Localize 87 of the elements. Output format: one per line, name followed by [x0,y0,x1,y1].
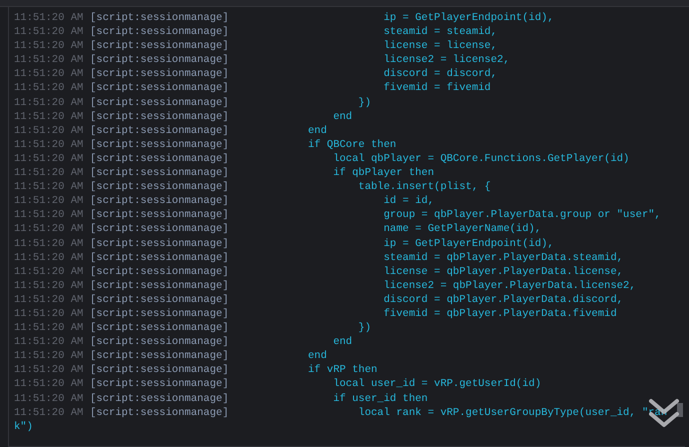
log-source: [script:sessionmanage] [90,110,230,124]
log-message: }) [357,96,372,110]
log-source: [script:sessionmanage] [90,138,230,152]
log-source: [script:sessionmanage] [90,321,230,336]
log-timestamp: 11:51:20 AM [14,363,84,378]
log-timestamp: 11:51:20 AM [14,25,84,40]
log-message: license2 = qbPlayer.PlayerData.license2, [382,278,636,293]
log-source: [script:sessionmanage] [90,208,230,222]
log-message: end [308,124,327,138]
log-message: license = qbPlayer.PlayerData.license, [382,264,624,279]
log-source: [script:sessionmanage] [90,39,230,54]
log-source: [script:sessionmanage] [90,335,230,350]
log-timestamp: 11:51:20 AM [14,53,84,68]
log-message: if QBCore then [308,138,396,152]
log-message: discord = discord, [382,67,498,82]
log-message: local qbPlayer = QBCore.Functions.GetPlayer(id) [332,152,630,166]
log-timestamp: 11:51:20 AM [14,81,84,96]
log-timestamp: 11:51:20 AM [14,138,84,152]
log-source: [script:sessionmanage] [90,406,230,420]
log-message: table.insert(plist, { [357,180,491,194]
log-source: [script:sessionmanage] [90,96,230,110]
log-message: license2 = license2, [382,53,510,68]
log-source: [script:sessionmanage] [90,236,230,251]
log-timestamp: 11:51:20 AM [14,292,84,307]
log-source: [script:sessionmanage] [90,166,230,180]
log-source: [script:sessionmanage] [90,264,230,279]
log-message: if qbPlayer then [332,166,434,180]
log-timestamp: 11:51:20 AM [14,264,84,279]
log-message: local user_id = vRP.getUserId(id) [332,377,542,392]
log-timestamp: 11:51:20 AM [14,306,84,322]
log-message: steamid = qbPlayer.PlayerData.steamid, [382,250,624,265]
log-source: [script:sessionmanage] [90,67,230,82]
log-message: end [308,349,327,364]
log-message: license = license, [382,39,498,54]
log-message: end [332,335,352,350]
log-message: group = qbPlayer.PlayerData.group or "user", [382,208,661,222]
log-source: [script:sessionmanage] [90,124,230,138]
log-timestamp: 11:51:20 AM [14,349,84,364]
log-timestamp: 11:51:20 AM [14,222,84,236]
log-message: }) [357,321,372,336]
log-message: id = id, [382,194,434,208]
log-timestamp: 11:51:20 AM [14,406,84,420]
log-source: [script:sessionmanage] [90,81,230,96]
log-source: [script:sessionmanage] [90,180,230,194]
log-source: [script:sessionmanage] [90,278,230,293]
log-message: steamid = steamid, [382,25,498,40]
log-message: end [332,110,352,124]
log-message: k") [14,420,33,433]
log-message: ip = GetPlayerEndpoint(id), [382,11,554,26]
log-timestamp: 11:51:20 AM [14,392,84,406]
log-timestamp: 11:51:20 AM [14,194,84,208]
log-source: [script:sessionmanage] [90,377,230,392]
log-timestamp: 11:51:20 AM [14,96,84,110]
log-timestamp: 11:51:20 AM [14,321,84,336]
log-timestamp: 11:51:20 AM [14,11,84,26]
log-timestamp: 11:51:20 AM [14,166,84,180]
log-timestamp: 11:51:20 AM [14,180,84,194]
log-source: [script:sessionmanage] [90,250,230,265]
log-source: [script:sessionmanage] [90,194,230,208]
log-timestamp: 11:51:20 AM [14,250,84,265]
log-message: fivemid = fivemid [382,81,491,96]
log-message: ip = GetPlayerEndpoint(id), [382,236,554,251]
log-timestamp: 11:51:20 AM [14,278,84,293]
log-timestamp: 11:51:20 AM [14,236,84,251]
log-source: [script:sessionmanage] [90,349,230,364]
log-source: [script:sessionmanage] [90,25,230,40]
log-timestamp: 11:51:20 AM [14,152,84,166]
log-source: [script:sessionmanage] [90,53,230,68]
log-message: fivemid = qbPlayer.PlayerData.fivemid [382,306,617,322]
log-message: if user_id then [332,392,428,406]
log-source: [script:sessionmanage] [90,11,230,26]
log-source: [script:sessionmanage] [90,363,230,378]
log-message: if vRP then [308,363,378,378]
log-message: discord = qbPlayer.PlayerData.discord, [382,292,624,307]
log-timestamp: 11:51:20 AM [14,208,84,222]
log-timestamp: 11:51:20 AM [14,67,84,82]
log-timestamp: 11:51:20 AM [14,377,84,392]
log-timestamp: 11:51:20 AM [14,335,84,350]
log-source: [script:sessionmanage] [90,306,230,322]
log-message: name = GetPlayerName(id), [382,222,542,236]
log-timestamp: 11:51:20 AM [14,110,84,124]
log-source: [script:sessionmanage] [90,152,230,166]
log-timestamp: 11:51:20 AM [14,39,84,54]
log-source: [script:sessionmanage] [90,292,230,307]
log-timestamp: 11:51:20 AM [14,124,84,138]
log-source: [script:sessionmanage] [90,222,230,236]
log-source: [script:sessionmanage] [90,392,230,406]
